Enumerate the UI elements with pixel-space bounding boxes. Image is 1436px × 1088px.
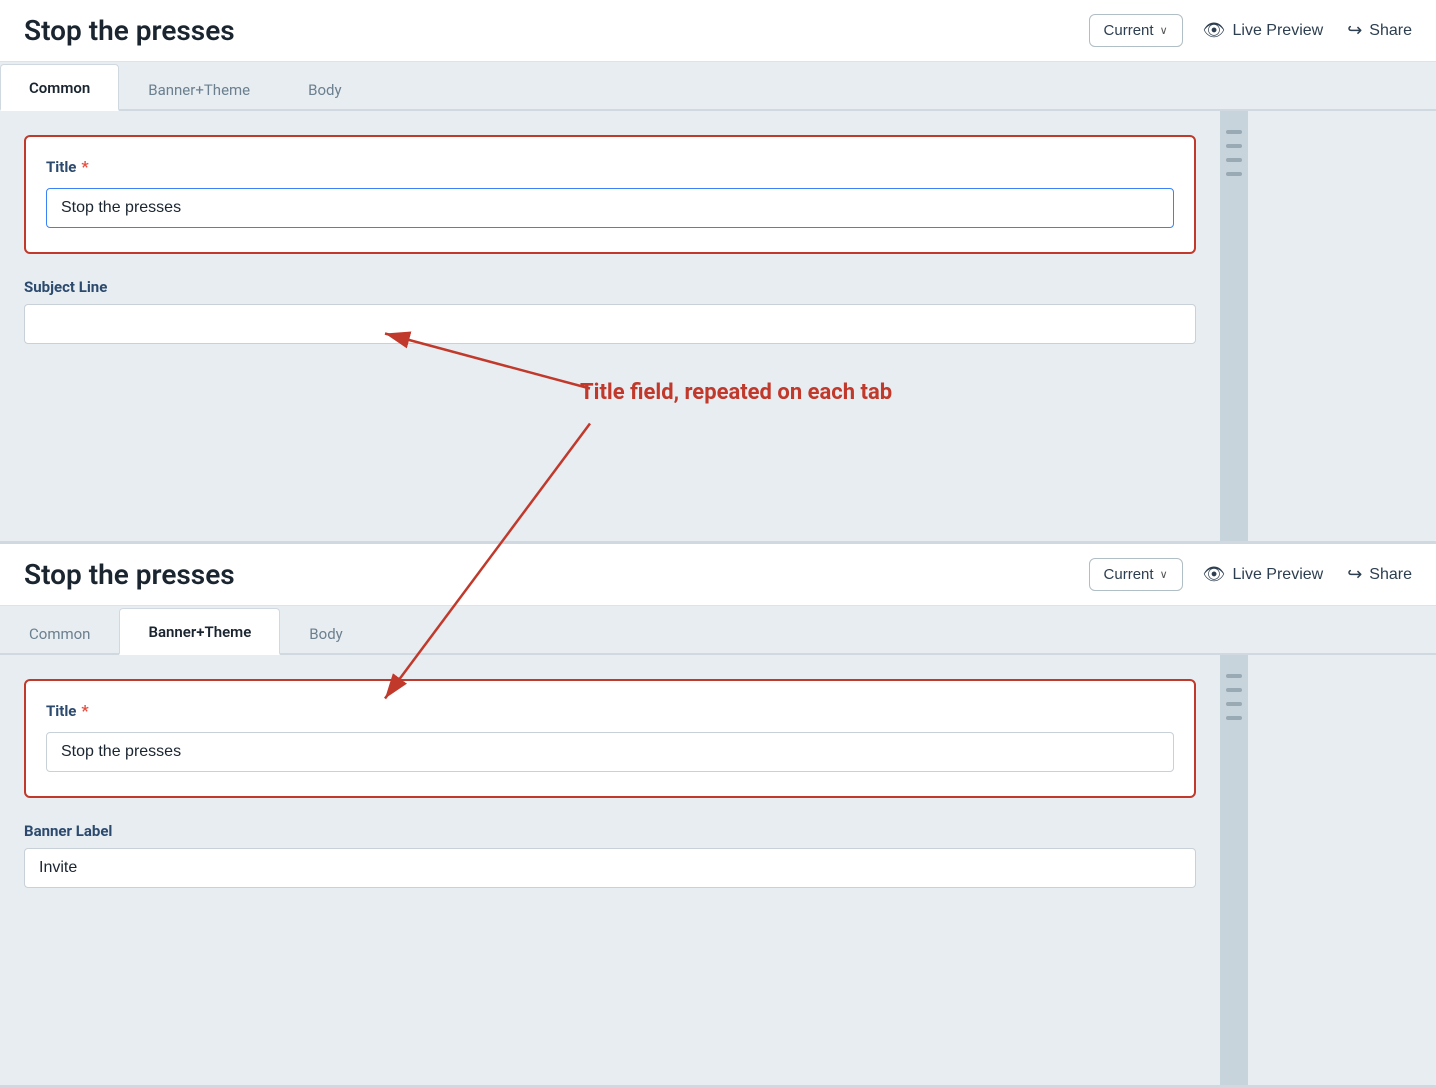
bottom-content-area: Title * Banner Label — [0, 655, 1436, 1085]
bottom-form-section: Title * Banner Label — [0, 655, 1220, 1085]
top-header-actions: 👁 Live Preview ↪ Share — [1203, 20, 1412, 41]
top-right-sidebar — [1220, 111, 1248, 541]
page-wrapper: Stop the presses Current ∨ 👁 Live Previe… — [0, 0, 1436, 1088]
bottom-live-preview-button[interactable]: 👁 Live Preview — [1203, 564, 1324, 585]
bottom-header-bar: Stop the presses Current ∨ 👁 Live Previe… — [0, 544, 1436, 606]
bottom-title-label: Title * — [46, 701, 1174, 720]
tab-common-bottom[interactable]: Common — [0, 610, 119, 655]
bottom-title-input[interactable] — [46, 732, 1174, 772]
sidebar-bar-1 — [1226, 130, 1242, 134]
share-icon: ↪ — [1347, 20, 1362, 41]
top-version-dropdown[interactable]: Current ∨ — [1089, 14, 1183, 47]
version-label: Current — [1104, 22, 1154, 39]
tab-common-top[interactable]: Common — [0, 64, 119, 111]
bottom-section: Stop the presses Current ∨ 👁 Live Previe… — [0, 544, 1436, 1088]
bottom-banner-label-group: Banner Label — [24, 822, 1196, 888]
bottom-live-preview-label: Live Preview — [1233, 566, 1324, 584]
bottom-right-sidebar — [1220, 655, 1248, 1085]
top-share-button[interactable]: ↪ Share — [1347, 20, 1412, 41]
bottom-banner-label-label: Banner Label — [24, 822, 1196, 840]
bottom-banner-label-input[interactable] — [24, 848, 1196, 888]
bottom-page-title: Stop the presses — [24, 558, 1069, 591]
bottom-sidebar-bar-2 — [1226, 688, 1242, 692]
bottom-share-icon: ↪ — [1347, 564, 1362, 585]
sidebar-bar-2 — [1226, 144, 1242, 148]
top-title-card: Title * — [24, 135, 1196, 254]
top-header-bar: Stop the presses Current ∨ 👁 Live Previe… — [0, 0, 1436, 62]
tab-banner-theme-top[interactable]: Banner+Theme — [119, 66, 279, 111]
bottom-eye-icon: 👁 — [1203, 564, 1226, 585]
bottom-tabs-bar: Common Banner+Theme Body — [0, 606, 1436, 655]
sidebar-bar-4 — [1226, 172, 1242, 176]
bottom-title-required: * — [81, 701, 88, 720]
top-tabs-bar: Common Banner+Theme Body — [0, 62, 1436, 111]
bottom-share-label: Share — [1369, 566, 1412, 584]
top-content-area: Title * Subject Line — [0, 111, 1436, 541]
bottom-share-button[interactable]: ↪ Share — [1347, 564, 1412, 585]
top-form-section: Title * Subject Line — [0, 111, 1220, 541]
bottom-title-card: Title * — [24, 679, 1196, 798]
bottom-header-actions: 👁 Live Preview ↪ Share — [1203, 564, 1412, 585]
tab-body-bottom[interactable]: Body — [280, 610, 371, 655]
top-title-required: * — [81, 157, 88, 176]
tab-body-top[interactable]: Body — [279, 66, 370, 111]
bottom-chevron-down-icon: ∨ — [1160, 568, 1168, 581]
eye-icon: 👁 — [1203, 20, 1226, 41]
top-title-label: Title * — [46, 157, 1174, 176]
bottom-sidebar-bar-3 — [1226, 702, 1242, 706]
sidebar-bar-3 — [1226, 158, 1242, 162]
bottom-version-label: Current — [1104, 566, 1154, 583]
top-subject-line-input[interactable] — [24, 304, 1196, 344]
top-live-preview-button[interactable]: 👁 Live Preview — [1203, 20, 1324, 41]
top-page-title: Stop the presses — [24, 14, 1069, 47]
bottom-sidebar-bar-4 — [1226, 716, 1242, 720]
live-preview-label: Live Preview — [1233, 22, 1324, 40]
share-label: Share — [1369, 22, 1412, 40]
top-subject-line-label: Subject Line — [24, 278, 1196, 296]
top-subject-line-group: Subject Line — [24, 278, 1196, 344]
top-section: Stop the presses Current ∨ 👁 Live Previe… — [0, 0, 1436, 544]
chevron-down-icon: ∨ — [1160, 24, 1168, 37]
bottom-version-dropdown[interactable]: Current ∨ — [1089, 558, 1183, 591]
top-title-input[interactable] — [46, 188, 1174, 228]
bottom-sidebar-bar-1 — [1226, 674, 1242, 678]
tab-banner-theme-bottom[interactable]: Banner+Theme — [119, 608, 280, 655]
